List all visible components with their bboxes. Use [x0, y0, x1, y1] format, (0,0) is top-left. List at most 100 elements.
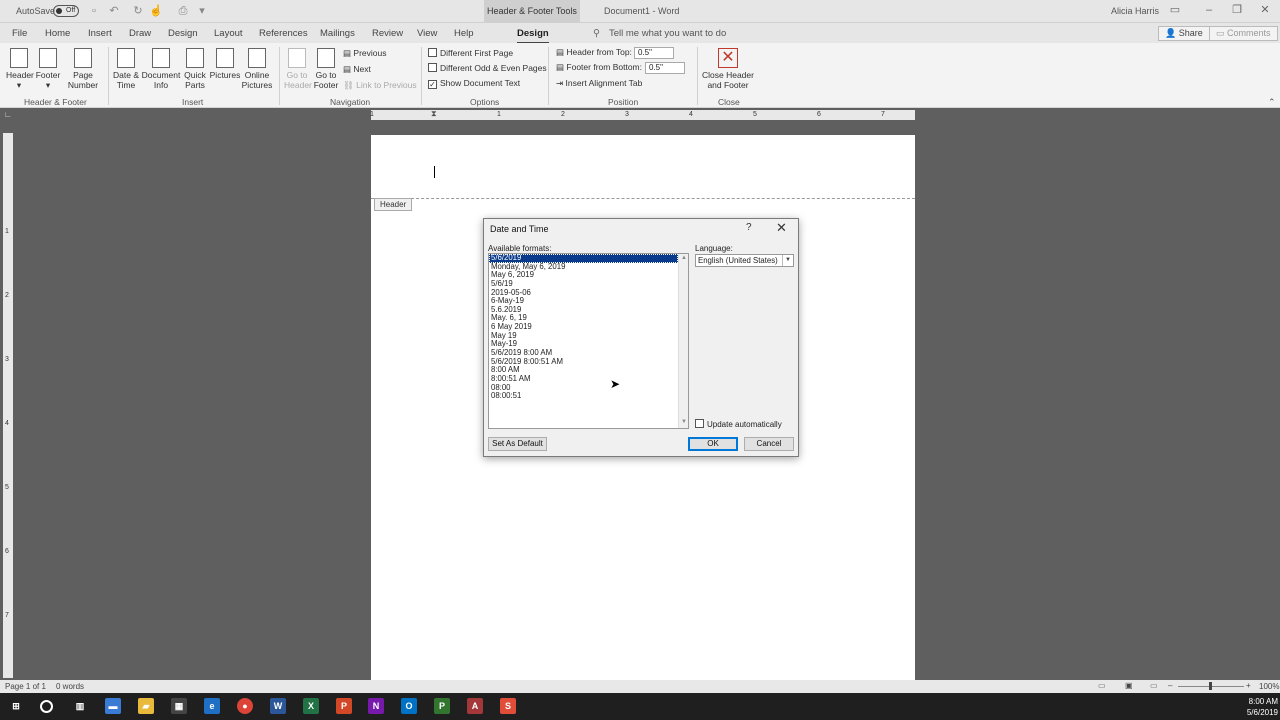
page-count[interactable]: Page 1 of 1 [5, 682, 46, 691]
date-time-dialog: Date and Time ? ✕ Available formats: 5/6… [483, 218, 799, 457]
save-icon[interactable]: ▫ [87, 4, 101, 18]
previous-button[interactable]: ▤ Previous [343, 47, 386, 59]
scroll-down-icon[interactable]: ▼ [680, 419, 688, 425]
undo-icon[interactable]: ↶ [107, 4, 121, 18]
share-button[interactable]: 👤 Share [1158, 26, 1210, 41]
tab-view[interactable]: View [417, 28, 437, 39]
edge-icon[interactable]: e [204, 698, 220, 714]
page-number-button[interactable]: Page Number [64, 48, 102, 90]
task-view-icon[interactable]: ▥ [72, 698, 88, 714]
pictures-button[interactable]: Pictures [209, 48, 241, 80]
remote-desktop-icon[interactable]: ▬ [105, 698, 121, 714]
language-label: Language: [695, 244, 733, 253]
vertical-ruler[interactable]: 1 2 3 4 5 6 7 [3, 133, 13, 678]
powerpoint-icon[interactable]: P [336, 698, 352, 714]
format-option[interactable]: 08:00:51 [489, 392, 678, 401]
close-header-footer-button[interactable]: ✕ Close Header and Footer [700, 48, 756, 90]
header-button[interactable]: Header ▾ [6, 48, 34, 90]
format-option[interactable]: 6 May 2019 [489, 322, 678, 332]
zoom-thumb[interactable] [1209, 682, 1212, 690]
go-to-header-button[interactable]: Go to Header [284, 48, 312, 90]
tab-selector-icon[interactable]: ∟ [4, 110, 12, 119]
onenote-icon[interactable]: N [368, 698, 384, 714]
ribbon-display-icon[interactable]: ▭ [1160, 0, 1190, 23]
customize-qat-icon[interactable]: ▾ [195, 4, 209, 18]
next-button[interactable]: ▤ Next [343, 63, 371, 75]
help-icon[interactable]: ? [746, 222, 752, 233]
tab-design[interactable]: Design [168, 28, 198, 39]
close-window-icon[interactable]: ✕ [1250, 0, 1280, 23]
cancel-button[interactable]: Cancel [744, 437, 794, 451]
insert-alignment-tab-button[interactable]: ⇥ Insert Alignment Tab [556, 77, 642, 89]
tab-file[interactable]: File [12, 28, 27, 39]
read-mode-icon[interactable]: ▭ [1098, 681, 1106, 690]
different-odd-even-checkbox[interactable]: Different Odd & Even Pages [428, 62, 547, 74]
tab-hf-design[interactable]: Design [517, 28, 549, 44]
scroll-up-icon[interactable]: ▲ [680, 255, 688, 261]
close-icon[interactable]: ✕ [776, 220, 787, 236]
set-as-default-button[interactable]: Set As Default [488, 437, 547, 451]
word-icon[interactable]: W [270, 698, 286, 714]
footer-from-bottom-input[interactable]: 0.5" [645, 62, 685, 74]
document-info-button[interactable]: Document Info [141, 48, 181, 90]
horizontal-ruler[interactable]: 1 1 2 3 4 5 6 7 ⧗ [370, 109, 915, 120]
format-option[interactable]: May 19 [489, 331, 678, 341]
tab-review[interactable]: Review [372, 28, 403, 39]
tab-mailings[interactable]: Mailings [320, 28, 355, 39]
touch-mode-icon[interactable]: ☝ [149, 4, 163, 18]
format-option[interactable]: 8:00:51 AM [489, 374, 678, 384]
search-circle-icon[interactable] [40, 700, 53, 713]
print-layout-icon[interactable]: ▣ [1125, 681, 1133, 690]
snagit-icon[interactable]: S [500, 698, 516, 714]
tab-references[interactable]: References [259, 28, 308, 39]
zoom-out-icon[interactable]: – [1168, 681, 1172, 690]
zoom-in-icon[interactable]: + [1246, 681, 1251, 690]
language-select[interactable]: English (United States) ▼ [695, 254, 794, 267]
header-from-top-input[interactable]: 0.5" [634, 47, 674, 59]
autosave-toggle[interactable]: Off [53, 5, 79, 17]
indent-marker-icon[interactable]: ⧗ [431, 109, 437, 119]
go-to-footer-button[interactable]: Go to Footer [312, 48, 340, 90]
online-pictures-icon [248, 48, 266, 68]
tell-me-box[interactable]: Tell me what you want to do [609, 28, 726, 39]
redo-icon[interactable]: ↻ [131, 4, 145, 18]
outlook-icon[interactable]: O [401, 698, 417, 714]
formats-listbox[interactable]: 5/6/2019 Monday, May 6, 2019 May 6, 2019 5/… [488, 253, 689, 429]
different-first-page-checkbox[interactable]: Different First Page [428, 47, 513, 59]
tab-draw[interactable]: Draw [129, 28, 151, 39]
update-automatically-checkbox[interactable]: Update automatically [695, 419, 782, 429]
print-icon[interactable]: ⎙ [176, 4, 190, 18]
word-count[interactable]: 0 words [56, 682, 84, 691]
web-layout-icon[interactable]: ▭ [1150, 681, 1158, 690]
excel-icon[interactable]: X [303, 698, 319, 714]
show-document-text-checkbox[interactable]: ✓ Show Document Text [428, 77, 520, 89]
chrome-icon[interactable]: ● [237, 698, 253, 714]
restore-icon[interactable]: ❐ [1222, 0, 1252, 23]
online-pictures-button[interactable]: Online Pictures [241, 48, 273, 90]
chevron-down-icon[interactable]: ▼ [782, 255, 793, 266]
tab-home[interactable]: Home [45, 28, 70, 39]
formats-scrollbar[interactable]: ▲ ▼ [678, 254, 688, 428]
tab-layout[interactable]: Layout [214, 28, 243, 39]
zoom-level[interactable]: 100% [1259, 682, 1279, 691]
tab-help[interactable]: Help [454, 28, 474, 39]
footer-button[interactable]: Footer ▾ [35, 48, 61, 90]
format-option[interactable]: May 6, 2019 [489, 271, 678, 280]
publisher-icon[interactable]: P [434, 698, 450, 714]
date-time-button[interactable]: Date & Time [112, 48, 140, 90]
access-icon[interactable]: A [467, 698, 483, 714]
quick-parts-button[interactable]: Quick Parts [182, 48, 208, 90]
system-clock[interactable]: 8:00 AM 5/6/2019 [1247, 696, 1280, 718]
collapse-ribbon-icon[interactable]: ⌃ [1268, 97, 1276, 108]
store-icon[interactable]: ▦ [171, 698, 187, 714]
link-to-previous-button[interactable]: ⛓ Link to Previous [343, 79, 417, 91]
title-bar: AutoSave Off ▫ ↶ ↻ ☝ ⎙ ▾ Header & Footer… [0, 0, 1280, 23]
file-explorer-icon[interactable]: ▰ [138, 698, 154, 714]
minimize-icon[interactable]: – [1194, 0, 1224, 23]
start-windows-icon[interactable]: ⊞ [8, 698, 24, 714]
user-name[interactable]: Alicia Harris [1111, 6, 1159, 16]
tab-insert[interactable]: Insert [88, 28, 112, 39]
comments-button[interactable]: ▭ Comments [1209, 26, 1278, 41]
ok-button[interactable]: OK [688, 437, 738, 451]
mouse-pointer-icon: ➤ [610, 377, 621, 391]
